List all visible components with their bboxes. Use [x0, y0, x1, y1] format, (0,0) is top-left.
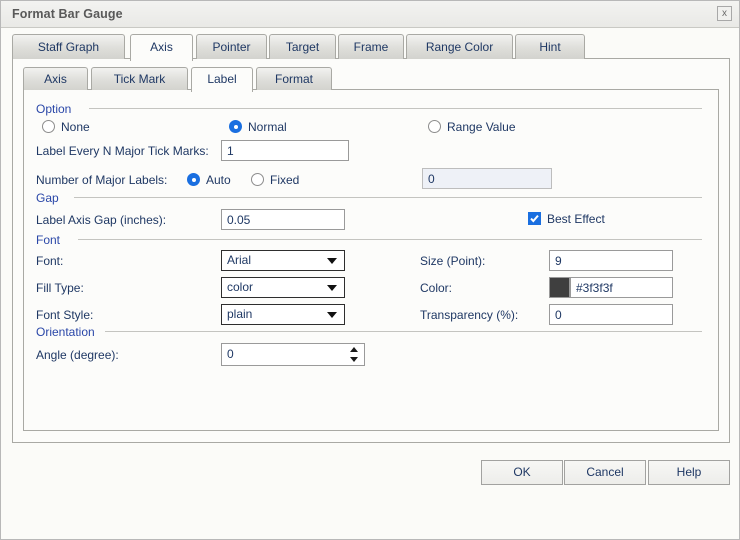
radio-normal-label: Normal [248, 120, 287, 134]
radio-auto-label: Auto [206, 173, 231, 187]
label-every-n-major-tick-marks-label: Label Every N Major Tick Marks: [36, 144, 209, 158]
tab-staff-graph[interactable]: Staff Graph [12, 34, 125, 59]
tab-pointer[interactable]: Pointer [196, 34, 267, 59]
section-heading-option: Option [36, 102, 77, 116]
window-title: Format Bar Gauge [12, 7, 123, 21]
tab-frame[interactable]: Frame [338, 34, 404, 59]
best-effect-label: Best Effect [547, 212, 605, 226]
stepper-down-icon[interactable] [350, 357, 358, 362]
font-style-select[interactable]: plain [221, 304, 345, 325]
tab-hint[interactable]: Hint [515, 34, 585, 59]
fill-type-select[interactable]: color [221, 277, 345, 298]
color-label: Color: [420, 281, 452, 295]
inner-tab-strip: Axis Tick Mark Label Format [23, 67, 723, 90]
outer-tab-strip: Staff Graph Axis Pointer Target Frame Ra… [12, 34, 730, 59]
radio-none-label: None [61, 120, 90, 134]
angle-degree-value: 0 [227, 347, 234, 361]
section-rule-font [78, 239, 702, 240]
transparency-label: Transparency (%): [420, 308, 518, 322]
chevron-down-icon [327, 312, 337, 318]
ok-button[interactable]: OK [481, 460, 563, 485]
stepper-arrows[interactable] [350, 346, 359, 363]
transparency-input[interactable] [549, 304, 673, 325]
angle-degree-stepper[interactable]: 0 [221, 343, 365, 366]
section-heading-gap: Gap [36, 191, 65, 205]
close-icon[interactable]: x [717, 6, 732, 21]
cancel-button[interactable]: Cancel [564, 460, 646, 485]
tab-target[interactable]: Target [269, 34, 336, 59]
format-bar-gauge-dialog: Format Bar Gauge x Staff Graph Axis Poin… [0, 0, 740, 540]
tab-range-color[interactable]: Range Color [406, 34, 513, 59]
size-point-input[interactable] [549, 250, 673, 271]
size-point-label: Size (Point): [420, 254, 485, 268]
section-heading-orientation: Orientation [36, 325, 101, 339]
subtab-axis[interactable]: Axis [23, 67, 88, 90]
check-icon [529, 213, 540, 224]
font-label: Font: [36, 254, 63, 268]
radio-range-value-label: Range Value [447, 120, 516, 134]
subtab-format[interactable]: Format [256, 67, 332, 90]
subtab-tick-mark[interactable]: Tick Mark [91, 67, 188, 90]
angle-degree-label: Angle (degree): [36, 348, 119, 362]
font-style-label: Font Style: [36, 308, 93, 322]
radio-fixed-label: Fixed [270, 173, 299, 187]
label-axis-gap-label: Label Axis Gap (inches): [36, 213, 166, 227]
chevron-down-icon [327, 285, 337, 291]
number-of-major-labels-input[interactable] [422, 168, 552, 189]
label-axis-gap-input[interactable] [221, 209, 345, 230]
radio-auto[interactable] [187, 173, 200, 186]
best-effect-checkbox[interactable] [528, 212, 541, 225]
section-rule-orientation [105, 331, 702, 332]
radio-none[interactable] [42, 120, 55, 133]
chevron-down-icon [327, 258, 337, 264]
section-rule-option [89, 108, 702, 109]
section-rule-gap [74, 197, 702, 198]
fill-type-label: Fill Type: [36, 281, 84, 295]
radio-normal[interactable] [229, 120, 242, 133]
number-of-major-labels-label: Number of Major Labels: [36, 173, 167, 187]
stepper-up-icon[interactable] [350, 347, 358, 352]
radio-fixed[interactable] [251, 173, 264, 186]
help-button[interactable]: Help [648, 460, 730, 485]
color-swatch[interactable] [549, 277, 570, 298]
label-every-n-major-tick-marks-input[interactable] [221, 140, 349, 161]
subtab-label[interactable]: Label [191, 67, 253, 92]
tab-axis[interactable]: Axis [130, 34, 193, 61]
color-hex-input[interactable] [570, 277, 673, 298]
font-family-select[interactable]: Arial [221, 250, 345, 271]
font-family-value: Arial [227, 253, 251, 267]
font-style-value: plain [227, 307, 252, 321]
section-heading-font: Font [36, 233, 66, 247]
radio-range-value[interactable] [428, 120, 441, 133]
title-bar: Format Bar Gauge x [1, 1, 739, 28]
fill-type-value: color [227, 280, 253, 294]
